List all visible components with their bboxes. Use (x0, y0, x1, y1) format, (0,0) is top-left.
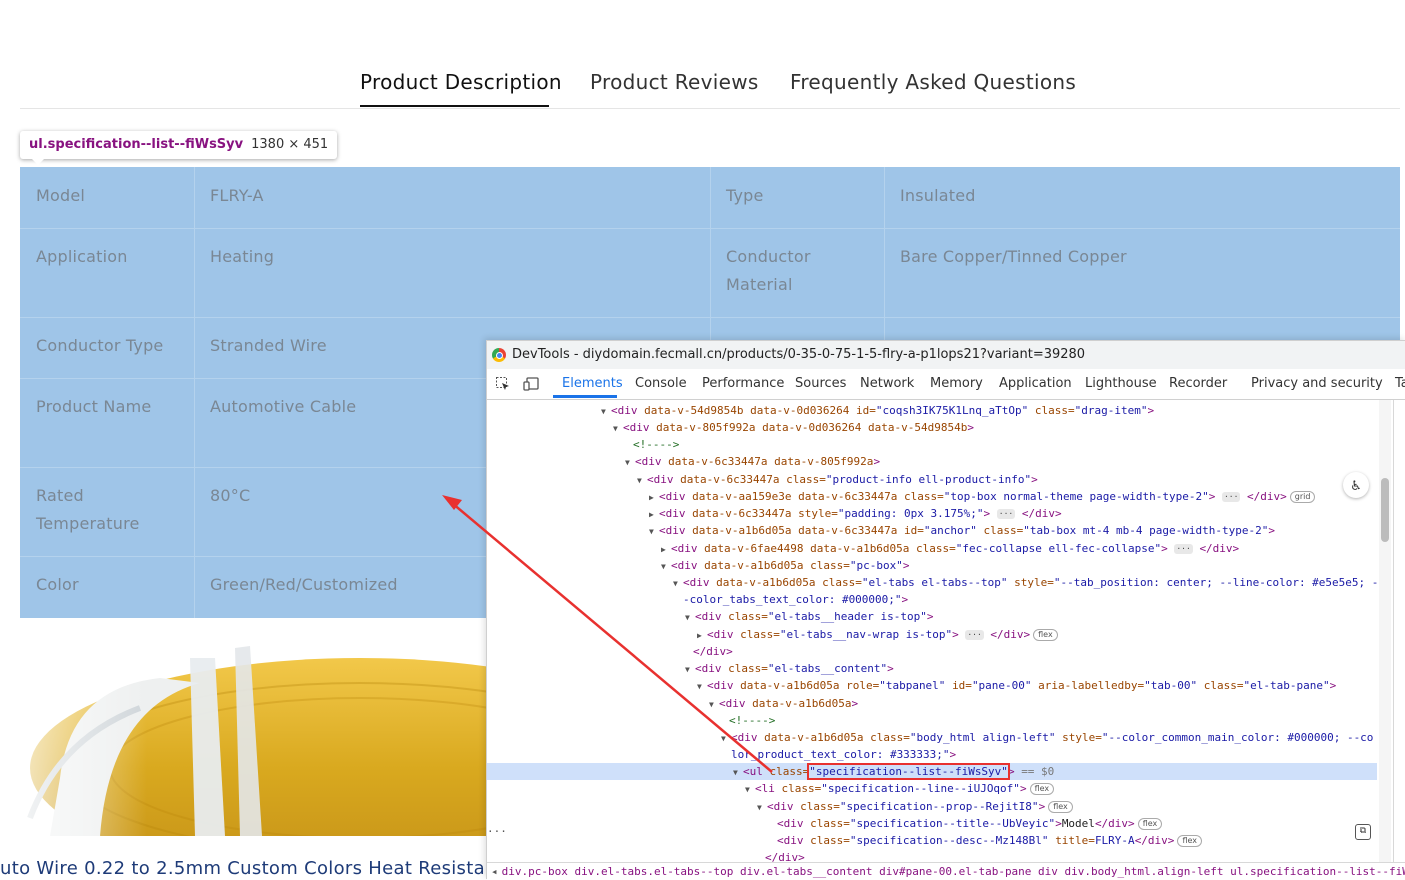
chrome-icon (492, 348, 506, 362)
spec-value: Automotive Cable (210, 397, 357, 416)
accessibility-icon[interactable]: ♿ (1343, 472, 1369, 498)
spec-title: Color (36, 575, 79, 594)
product-image (0, 618, 490, 836)
active-tab-indicator (553, 395, 617, 398)
tab-network[interactable]: Network (860, 376, 914, 391)
tab-memory[interactable]: Memory (930, 376, 983, 391)
devtools-titlebar[interactable]: DevTools - diydomain.fecmall.cn/products… (487, 341, 1405, 369)
dom-node[interactable]: ▶ <div class="el-tabs__nav-wrap is-top"> … (487, 626, 1377, 643)
dom-node[interactable]: ▼ <div data-v-a1b6d05a class="el-tabs el-… (487, 574, 1377, 591)
dom-node[interactable]: </div> (487, 849, 1377, 862)
dom-node[interactable]: ▼ <div data-v-54d9854b data-v-0d036264 id… (487, 402, 1377, 419)
dom-node[interactable]: ▼ <div class="specification--prop--RejitI… (487, 798, 1377, 815)
dom-node-continuation: -color_tabs_text_color: #000000;"> (683, 593, 909, 606)
device-toolbar-icon[interactable] (523, 376, 539, 392)
spec-title: Rated Temperature (36, 486, 140, 533)
dom-node[interactable]: ▼ <div data-v-6c33447a data-v-805f992a> (487, 453, 1377, 470)
dom-node[interactable]: <div class="specification--desc--Mz148Bl… (487, 832, 1377, 849)
tab-performance[interactable]: Performance (702, 376, 784, 391)
devtools-title: DevTools - diydomain.fecmall.cn/products… (512, 347, 1086, 362)
dom-node[interactable]: ▶ <div data-v-6c33447a style="padding: 0p… (487, 505, 1377, 522)
tab-elements[interactable]: Elements (562, 376, 623, 391)
selected-dom-node[interactable]: ▼ <ul class="specification--list--fiWsSyv… (487, 763, 1377, 780)
dom-node[interactable]: ▼ <div data-v-a1b6d05a> (487, 695, 1377, 712)
product-title-caption[interactable]: uto Wire 0.22 to 2.5mm Custom Colors Hea… (0, 858, 534, 879)
tab-faq[interactable]: Frequently Asked Questions (790, 70, 1076, 94)
spec-title: Model (36, 186, 86, 205)
tab-product-description[interactable]: Product Description (360, 70, 562, 94)
breadcrumb-left-arrow-icon[interactable]: ◂ (487, 865, 502, 878)
scrollbar-thumb[interactable] (1381, 478, 1389, 542)
dom-node[interactable]: ▼ <div data-v-6c33447a class="product-inf… (487, 471, 1377, 488)
spec-value: FLRY-A (210, 186, 264, 205)
wire-spool-image (0, 618, 490, 836)
dom-node[interactable]: <!----> (487, 436, 1377, 453)
spec-title: Conductor Type (36, 336, 164, 355)
dom-node[interactable]: ▼ <div data-v-a1b6d05a role="tabpanel" id… (487, 677, 1377, 694)
dom-node[interactable]: ▼ <div data-v-a1b6d05a data-v-6c33447a id… (487, 522, 1377, 539)
dom-node[interactable]: ▶ <div data-v-6fae4498 data-v-a1b6d05a cl… (487, 540, 1377, 557)
elements-tree: ▼ <div data-v-54d9854b data-v-0d036264 id… (487, 400, 1377, 862)
dom-node[interactable]: ▼ <div class="el-tabs__content"> (487, 660, 1377, 677)
tab-product-reviews[interactable]: Product Reviews (590, 70, 759, 94)
inspect-element-icon[interactable] (495, 376, 511, 392)
spec-title: Application (36, 247, 128, 266)
node-options-icon[interactable]: ··· (487, 825, 507, 838)
spec-value: Green/Red/Customized (210, 575, 398, 594)
copy-node-icon[interactable]: ⧉ (1355, 824, 1371, 840)
spec-value: 80°C (210, 486, 251, 505)
tooltip-dimensions: 1380 × 451 (251, 137, 329, 152)
dom-node[interactable]: <!----> (487, 712, 1377, 729)
spec-title: Conductor Material (726, 247, 811, 294)
dom-node-continuation: lor_product_text_color: #333333;"> (731, 748, 957, 761)
active-tab-underline (360, 105, 549, 107)
tab-sources[interactable]: Sources (795, 376, 846, 391)
styles-pane-edge (1393, 400, 1405, 862)
dom-breadcrumb[interactable]: ◂ div.pc-box div.el-tabs.el-tabs--top div… (487, 862, 1405, 880)
dom-node[interactable]: <div class="specification--title--UbVeyi… (487, 815, 1377, 832)
product-tabs: Product Description Product Reviews Freq… (20, 60, 1400, 109)
tab-recorder[interactable]: Recorder (1169, 376, 1227, 391)
spec-row: Application Heating Conductor Material B… (20, 228, 1400, 318)
tab-lighthouse[interactable]: Lighthouse (1085, 376, 1157, 391)
highlighted-class-value: "specification--list--fiWsSyv" (807, 763, 1010, 780)
dom-node[interactable]: ▼ <li class="specification--line--iUJOqof… (487, 780, 1377, 797)
dom-node[interactable]: ▼ <div class="el-tabs__header is-top"> (487, 608, 1377, 625)
spec-value: Stranded Wire (210, 336, 327, 355)
selected-node-marker: == $0 (1021, 765, 1055, 778)
tab-overflow[interactable]: Ta (1395, 376, 1405, 391)
dom-node[interactable]: </div> (487, 643, 1377, 660)
dom-node[interactable]: ▼ <div data-v-805f992a data-v-0d036264 da… (487, 419, 1377, 436)
spec-title: Type (726, 186, 764, 205)
devtools-toolbar: Elements Console Performance Sources Net… (487, 369, 1405, 400)
spec-value: Heating (210, 247, 275, 266)
tab-application[interactable]: Application (999, 376, 1072, 391)
breadcrumb-path[interactable]: div.pc-box div.el-tabs.el-tabs--top div.… (502, 865, 1405, 878)
tab-console[interactable]: Console (635, 376, 687, 391)
dom-node[interactable]: ▼ <div data-v-a1b6d05a class="body_html a… (487, 729, 1377, 746)
spec-value: Insulated (900, 186, 976, 205)
inspect-tooltip: ul.specification--list--fiWsSyv 1380 × 45… (20, 131, 338, 165)
dom-node[interactable]: ▼ <div data-v-a1b6d05a class="pc-box"> (487, 557, 1377, 574)
spec-title: Product Name (36, 397, 152, 416)
spec-value: Bare Copper/Tinned Copper (900, 247, 1127, 266)
devtools-window: DevTools - diydomain.fecmall.cn/products… (486, 340, 1405, 880)
elements-scrollbar[interactable] (1379, 400, 1391, 862)
dom-node[interactable]: ▶ <div data-v-aa159e3e data-v-6c33447a cl… (487, 488, 1377, 505)
spec-row: Model FLRY-A Type Insulated (20, 167, 1400, 229)
tab-privacy-security[interactable]: Privacy and security (1251, 376, 1383, 391)
tooltip-selector: ul.specification--list--fiWsSyv (29, 137, 244, 152)
